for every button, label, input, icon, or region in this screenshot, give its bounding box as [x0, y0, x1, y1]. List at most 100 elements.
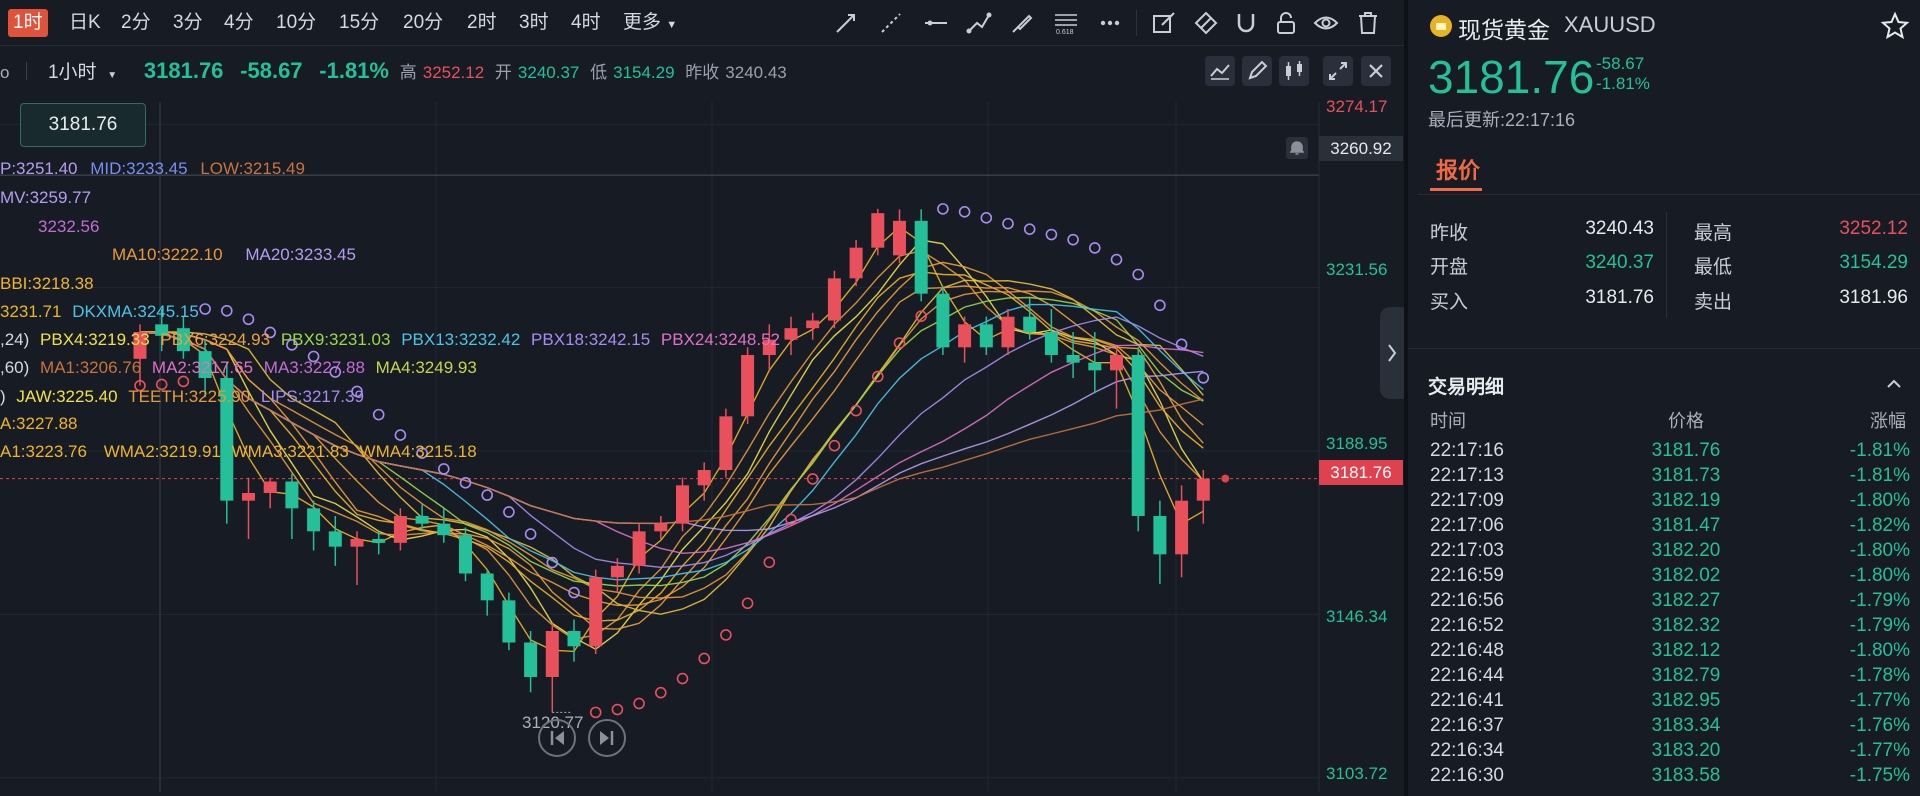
trade-time: 22:16:41: [1430, 690, 1504, 711]
collapse-chevron-icon[interactable]: [1882, 372, 1906, 396]
tf-20m[interactable]: 20分: [398, 9, 448, 37]
trade-time: 22:16:48: [1430, 640, 1504, 661]
ind-pbx4: PBX4:3219.33: [40, 330, 150, 349]
sar-dot: [1132, 268, 1144, 281]
bell-icon[interactable]: [1286, 137, 1308, 159]
tf-3m[interactable]: 3分: [168, 9, 208, 37]
ray-line-icon[interactable]: [877, 9, 905, 37]
candle-body: [1196, 478, 1210, 501]
candle-style-button[interactable]: [1279, 56, 1309, 86]
trade-time: 22:17:13: [1430, 465, 1504, 486]
trade-change: -1.77%: [1849, 690, 1910, 711]
trash-icon[interactable]: [1354, 9, 1382, 37]
candle-body: [1044, 332, 1058, 355]
indicator-settings-button[interactable]: [1205, 56, 1235, 86]
lock-icon[interactable]: [1272, 9, 1300, 37]
tf-1d[interactable]: 日K: [64, 9, 106, 37]
ind-wma2: WMA2:3219.91: [103, 442, 221, 461]
quote-value-prev-close: 3240.43: [1585, 218, 1654, 239]
panel-toggle-handle[interactable]: [1380, 307, 1404, 399]
ind-a: A:3227.88: [0, 414, 78, 433]
trend-line-icon[interactable]: [832, 9, 860, 37]
quote-divider: [1666, 212, 1667, 318]
sar-dot: [763, 556, 776, 569]
star-icon[interactable]: [1880, 11, 1910, 41]
quote-value-bid: 3181.76: [1585, 287, 1654, 308]
ind-jaw: JAW:3225.40: [16, 387, 118, 406]
trades-header-time: 时间: [1430, 411, 1466, 431]
brush-icon[interactable]: [1008, 9, 1036, 37]
fibonacci-icon[interactable]: 0.618: [1052, 9, 1080, 37]
panel-change-value: -58.67: [1596, 54, 1645, 73]
sar-dot: [676, 672, 689, 685]
trade-price: 3183.20: [1651, 740, 1721, 761]
sar-dot: [937, 203, 949, 215]
candle-body: [1088, 362, 1102, 371]
trade-price: 3181.47: [1651, 515, 1721, 536]
trade-row: 22:16:34 3183.20 -1.77%: [1408, 740, 1920, 765]
sar-dot: [1154, 299, 1166, 312]
ind-bbi: BBI:3218.38: [0, 274, 94, 293]
ind-boll-up: P:3251.40: [0, 159, 78, 178]
candle-body: [827, 278, 841, 321]
candle-body: [1023, 316, 1037, 332]
sar-dot: [654, 686, 667, 699]
more-tools-icon[interactable]: [1096, 9, 1124, 37]
trade-change: -1.79%: [1849, 615, 1910, 636]
candle-body: [502, 600, 516, 643]
sar-dot: [698, 652, 711, 665]
ind-pbx13: PBX13:3232.42: [401, 330, 521, 349]
tf-2m[interactable]: 2分: [116, 9, 156, 37]
interval-select[interactable]: 1小时 ▼: [48, 62, 123, 83]
tf-15m[interactable]: 15分: [334, 9, 384, 37]
prev-close-label: 昨收: [685, 63, 720, 82]
horizontal-line-icon[interactable]: [922, 9, 950, 37]
tf-4m[interactable]: 4分: [219, 9, 259, 37]
alert-price-tag[interactable]: 3260.92: [1319, 136, 1403, 161]
candle-body: [610, 565, 624, 578]
ind-teeth: TEETH:3225.90: [128, 387, 251, 406]
trade-change: -1.80%: [1849, 640, 1910, 661]
scroll-back-button[interactable]: [538, 719, 576, 757]
fullscreen-button[interactable]: [1323, 56, 1353, 86]
tf-4h[interactable]: 4时: [566, 9, 606, 37]
quote-value-ask: 3181.96: [1839, 287, 1908, 308]
polyline-icon[interactable]: [965, 9, 993, 37]
trade-row: 22:16:48 3182.12 -1.80%: [1408, 640, 1920, 665]
trade-price: 3181.73: [1651, 465, 1721, 486]
trade-row: 22:16:52 3182.32 -1.79%: [1408, 615, 1920, 640]
ma-line: [139, 226, 1204, 653]
candle-body: [1153, 516, 1167, 555]
tab-quote[interactable]: 报价: [1436, 153, 1480, 185]
more-timeframes-button[interactable]: 更多 ▼: [618, 9, 682, 37]
tf-3h[interactable]: 3时: [514, 9, 554, 37]
quote-value-high: 3252.12: [1839, 218, 1908, 239]
tf-1h[interactable]: 1时: [8, 9, 48, 37]
close-chart-button[interactable]: [1361, 56, 1391, 86]
candle-body: [676, 485, 689, 524]
ind-wma1: A1:3223.76: [0, 442, 87, 461]
magnet-icon[interactable]: [1232, 9, 1260, 37]
edit-icon[interactable]: [1150, 9, 1178, 37]
sar-dot: [1045, 228, 1058, 241]
chart-area[interactable]: o 1小时 ▼ 3181.76 -58.67 -1.81% 高 3252.12 开…: [0, 47, 1404, 796]
trade-change: -1.81%: [1849, 440, 1910, 461]
crosshair-price-box: 3181.76: [20, 103, 146, 147]
more-label: 更多: [623, 12, 662, 33]
scroll-forward-button[interactable]: [588, 719, 626, 757]
ind-ma3: MA3:3227.88: [263, 358, 365, 377]
tf-2h[interactable]: 2时: [462, 9, 502, 37]
eye-icon[interactable]: [1312, 9, 1340, 37]
candle-body: [958, 324, 972, 348]
trade-price: 3182.32: [1651, 615, 1721, 636]
sar-dot: [1197, 372, 1210, 384]
trade-price: 3183.34: [1651, 715, 1721, 736]
draw-button[interactable]: [1242, 56, 1272, 86]
candle-body: [632, 531, 646, 566]
tf-10m[interactable]: 10分: [271, 9, 321, 37]
trade-time: 22:17:16: [1430, 440, 1504, 461]
candle-body: [806, 320, 820, 329]
candle-body: [415, 516, 429, 524]
sar-dot: [394, 429, 407, 441]
eraser-icon[interactable]: [1192, 9, 1220, 37]
